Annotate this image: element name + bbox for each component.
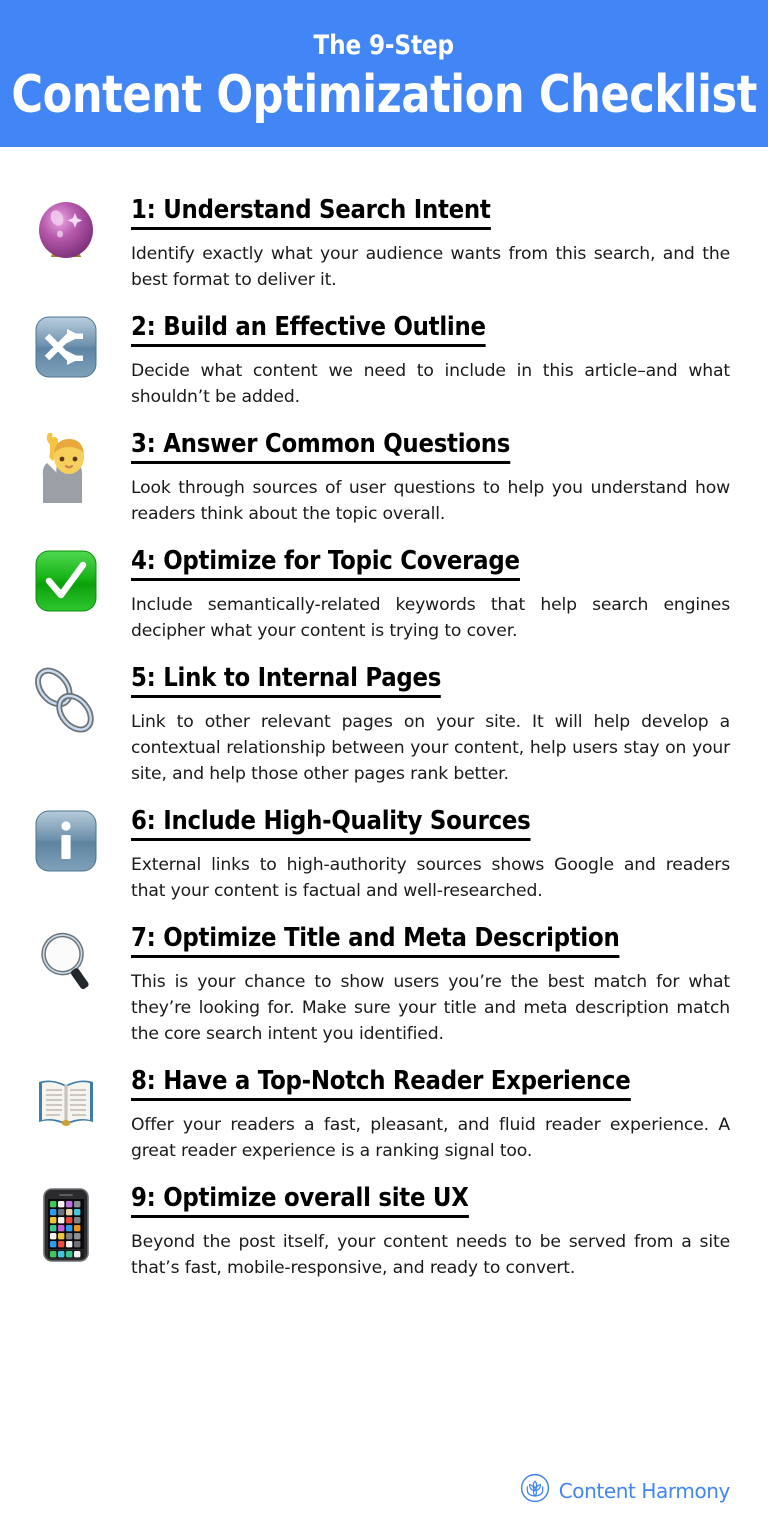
open-book-icon — [33, 1066, 99, 1138]
list-item-body: 7: Optimize Title and Meta Description T… — [99, 923, 730, 1047]
list-item-body: 8: Have a Top-Notch Reader Experience Of… — [99, 1066, 730, 1164]
page-title: Content Optimization Checklist — [11, 64, 757, 125]
list-item-body: 3: Answer Common Questions Look through … — [99, 429, 730, 527]
list-item-body: 2: Build an Effective Outline Decide wha… — [99, 312, 730, 410]
step-description: Link to other relevant pages on your sit… — [131, 712, 730, 784]
brand-wordmark: Content Harmony — [558, 1478, 731, 1503]
list-item: 8: Have a Top-Notch Reader Experience Of… — [0, 1066, 768, 1164]
list-item: 5: Link to Internal Pages Link to other … — [0, 663, 768, 787]
header-banner: The 9-Step Content Optimization Checklis… — [0, 0, 768, 147]
step-heading: 9: Optimize overall site UX — [131, 1183, 469, 1218]
step-heading: 1: Understand Search Intent — [131, 195, 491, 230]
checklist: 1: Understand Search Intent Identify exa… — [0, 195, 768, 1281]
lotus-circle-logo-icon — [520, 1473, 550, 1508]
step-heading: 8: Have a Top-Notch Reader Experience — [131, 1066, 631, 1101]
list-item: 1: Understand Search Intent Identify exa… — [0, 195, 768, 293]
step-heading: 2: Build an Effective Outline — [131, 312, 486, 347]
step-description: Include semantically-related keywords th… — [131, 595, 730, 641]
step-heading: 4: Optimize for Topic Coverage — [131, 546, 520, 581]
list-item-body: 5: Link to Internal Pages Link to other … — [99, 663, 730, 787]
crystal-ball-icon — [33, 195, 99, 267]
magnifying-glass-icon — [33, 923, 99, 995]
list-item: 3: Answer Common Questions Look through … — [0, 429, 768, 527]
list-item: 9: Optimize overall site UX Beyond the p… — [0, 1183, 768, 1281]
mobile-phone-icon — [33, 1183, 99, 1262]
list-item-body: 6: Include High-Quality Sources External… — [99, 806, 730, 904]
step-description: Beyond the post itself, your content nee… — [131, 1232, 730, 1278]
shuffle-arrows-icon — [33, 312, 99, 384]
step-heading: 6: Include High-Quality Sources — [131, 806, 531, 841]
list-item-body: 1: Understand Search Intent Identify exa… — [99, 195, 730, 293]
list-item: 4: Optimize for Topic Coverage Include s… — [0, 546, 768, 644]
list-item-body: 4: Optimize for Topic Coverage Include s… — [99, 546, 730, 644]
step-heading: 5: Link to Internal Pages — [131, 663, 441, 698]
green-check-mark-icon — [33, 546, 99, 618]
information-icon — [33, 806, 99, 878]
person-raising-hand-icon — [33, 429, 99, 503]
footer-branding: Content Harmony — [520, 1473, 730, 1508]
list-item: 2: Build an Effective Outline Decide wha… — [0, 312, 768, 410]
chain-link-icon — [33, 663, 99, 735]
infographic-page: The 9-Step Content Optimization Checklis… — [0, 0, 768, 1536]
list-item: 6: Include High-Quality Sources External… — [0, 806, 768, 904]
step-description: External links to high-authority sources… — [131, 855, 730, 901]
header-eyebrow: The 9-Step — [313, 29, 455, 61]
step-heading: 7: Optimize Title and Meta Description — [131, 923, 620, 958]
step-heading: 3: Answer Common Questions — [131, 429, 510, 464]
step-description: Identify exactly what your audience want… — [131, 244, 730, 290]
step-description: Decide what content we need to include i… — [131, 361, 730, 407]
step-description: This is your chance to show users you’re… — [131, 972, 730, 1044]
step-description: Offer your readers a fast, pleasant, and… — [131, 1115, 730, 1161]
step-description: Look through sources of user questions t… — [131, 478, 730, 524]
list-item-body: 9: Optimize overall site UX Beyond the p… — [99, 1183, 730, 1281]
list-item: 7: Optimize Title and Meta Description T… — [0, 923, 768, 1047]
